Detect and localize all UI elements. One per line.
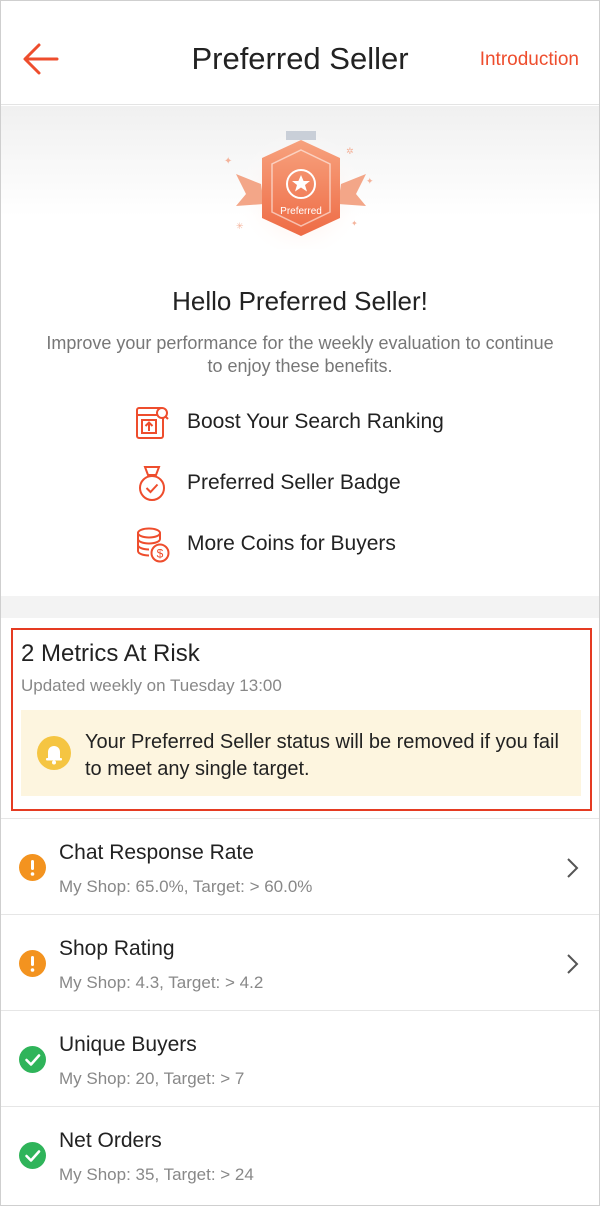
badge-label: Preferred [280,206,322,217]
warning-icon [19,854,46,881]
metric-row-chat-response-rate[interactable]: Chat Response Rate My Shop: 65.0%, Targe… [1,818,599,914]
chevron-right-icon [567,858,579,878]
benefit-label: Preferred Seller Badge [187,471,401,494]
chevron-right-icon [567,954,579,974]
metric-row-unique-buyers: Unique Buyers My Shop: 20, Target: > 7 [1,1010,599,1106]
benefit-label: More Coins for Buyers [187,532,396,555]
metric-name: Chat Response Rate [59,841,254,864]
benefit-preferred-badge: Preferred Seller Badge [135,465,535,505]
top-bar: Preferred Seller Introduction [1,1,599,105]
metric-name: Unique Buyers [59,1033,197,1056]
checkmark-icon [19,1046,46,1073]
hero-subtitle: Improve your performance for the weekly … [46,333,554,376]
metric-detail: My Shop: 65.0%, Target: > 60.0% [59,877,313,896]
metric-row-shop-rating[interactable]: Shop Rating My Shop: 4.3, Target: > 4.2 [1,914,599,1010]
svg-text:✦: ✦ [351,219,358,228]
metric-detail: My Shop: 20, Target: > 7 [59,1069,245,1088]
medal-badge-icon [139,466,165,501]
bell-icon [37,736,71,770]
greeting-heading: Hello Preferred Seller! [172,286,428,316]
svg-text:✦: ✦ [224,156,232,167]
svg-text:✲: ✲ [346,146,354,156]
svg-text:✳: ✳ [236,221,244,231]
section-divider [1,596,599,618]
metric-name: Net Orders [59,1129,162,1152]
checkmark-icon [19,1142,46,1169]
hero-section: Preferred ✦ ✦ ✲ ✳ ✦ Hello Preferred Sell… [1,106,599,596]
benefit-more-coins: $ More Coins for Buyers [135,526,535,566]
coins-icon: $ [137,527,170,563]
benefit-label: Boost Your Search Ranking [187,410,444,433]
warning-banner: Your Preferred Seller status will be rem… [21,710,581,796]
metric-detail: My Shop: 4.3, Target: > 4.2 [59,973,264,992]
metric-detail: My Shop: 35, Target: > 24 [59,1165,254,1184]
search-ranking-icon [136,407,169,439]
preferred-badge-icon: Preferred ✦ ✦ ✲ ✳ ✦ [224,124,374,249]
warning-icon [19,950,46,977]
introduction-link[interactable]: Introduction [480,49,579,71]
warning-message: Your Preferred Seller status will be rem… [85,731,559,780]
update-schedule: Updated weekly on Tuesday 13:00 [21,676,282,695]
svg-text:$: $ [157,547,164,561]
metrics-at-risk-card: 2 Metrics At Risk Updated weekly on Tues… [1,618,599,818]
risk-title: 2 Metrics At Risk [21,640,200,667]
metric-row-net-orders: Net Orders My Shop: 35, Target: > 24 [1,1106,599,1202]
benefit-search-ranking: Boost Your Search Ranking [135,404,535,444]
svg-text:✦: ✦ [366,176,374,186]
metric-name: Shop Rating [59,937,175,960]
